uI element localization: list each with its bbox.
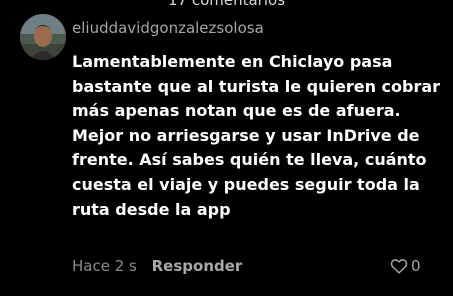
like-count: 0: [411, 257, 421, 275]
comment-line: frente. Así sabes quién te lleva, cuánto: [72, 150, 427, 170]
reply-button[interactable]: Responder: [152, 257, 243, 275]
avatar[interactable]: [20, 14, 66, 60]
like-button[interactable]: 0: [390, 257, 421, 275]
comment-line: cuesta el viaje y puedes seguir toda la: [72, 174, 420, 194]
heart-outline-icon: [390, 258, 408, 274]
comment-line: más apenas notan que es de afuera.: [72, 101, 401, 121]
user-avatar-image: [20, 14, 66, 60]
comment-body: Lamentablemente en Chiclayo pasa bastant…: [72, 50, 444, 222]
comment-username[interactable]: eliuddavidgonzalezsolosa: [72, 19, 264, 37]
comment-line: bastante que al turista le quieren cobra…: [72, 76, 441, 96]
comment-line: ruta desde la app: [72, 199, 231, 219]
comment-line: Lamentablemente en Chiclayo pasa: [72, 52, 393, 71]
comment-meta: Hace 2 s Responder: [72, 257, 242, 275]
comments-count-header: 17 comentarios: [167, 0, 286, 9]
comment-line: Mejor no arriesgarse y usar InDrive de: [72, 125, 420, 145]
comment-timestamp: Hace 2 s: [72, 257, 137, 275]
